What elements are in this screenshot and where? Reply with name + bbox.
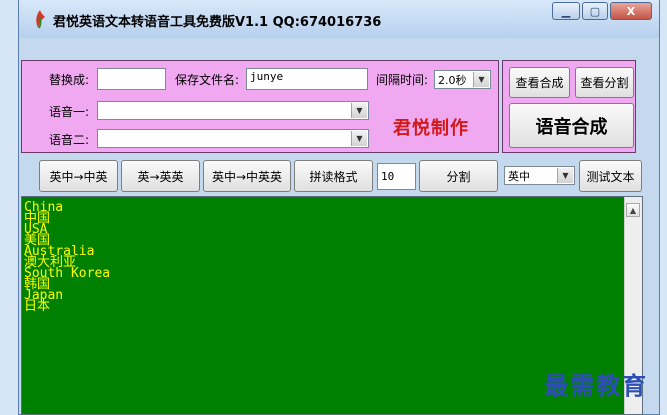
chevron-down-icon[interactable]: ▼ [557, 168, 573, 183]
voice1-label: 语音一: [49, 105, 90, 119]
interval-label: 间隔时间: [376, 73, 429, 87]
convert-cn-en-en-button[interactable]: 英中→中英英 [203, 160, 291, 192]
close-icon: X [626, 4, 636, 18]
title-bar[interactable]: 君悦英语文本转语音工具免费版V1.1 QQ:674016736 ▁ ▢ X [19, 0, 659, 38]
chevron-down-icon[interactable]: ▼ [351, 103, 367, 118]
language-value: 英中 [508, 170, 530, 183]
chevron-down-icon[interactable]: ▼ [473, 72, 489, 87]
watermark-logo: 最需教育 [544, 371, 648, 400]
voice1-select[interactable]: ▼ [97, 101, 369, 120]
scroll-up-icon[interactable]: ▲ [626, 203, 640, 217]
language-select[interactable]: 英中 ▼ [504, 166, 575, 185]
app-logo-icon [36, 10, 45, 29]
close-button[interactable]: X [610, 2, 652, 20]
convert-cn-en-button[interactable]: 英中→中英 [39, 160, 118, 192]
minimize-icon: ▁ [561, 4, 571, 18]
text-lines: China 中国 USA 美国 Australia 澳大利亚 South Kor… [24, 201, 110, 314]
brand-label: 君悦制作 [393, 118, 469, 139]
view-split-button[interactable]: 查看分割 [575, 67, 634, 98]
maximize-button[interactable]: ▢ [582, 2, 608, 20]
maximize-icon: ▢ [589, 4, 601, 18]
interval-select[interactable]: 2.0秒 ▼ [434, 70, 491, 89]
voice2-label: 语音二: [49, 133, 90, 147]
minimize-button[interactable]: ▁ [552, 2, 580, 20]
split-button[interactable]: 分割 [419, 160, 498, 192]
replace-label: 替换成: [49, 73, 90, 87]
convert-en-en-button[interactable]: 英→英英 [121, 160, 200, 192]
test-text-button[interactable]: 测试文本 [579, 160, 642, 192]
save-filename-label: 保存文件名: [175, 73, 240, 87]
view-synth-button[interactable]: 查看合成 [509, 67, 570, 98]
window-title: 君悦英语文本转语音工具免费版V1.1 QQ:674016736 [53, 15, 382, 30]
save-filename-input[interactable]: junye [246, 68, 368, 90]
interval-value: 2.0秒 [438, 74, 467, 87]
text-line: 日本 [24, 299, 51, 314]
spelling-format-button[interactable]: 拼读格式 [294, 160, 373, 192]
chevron-down-icon[interactable]: ▼ [351, 131, 367, 146]
voice2-select[interactable]: ▼ [97, 129, 369, 148]
replace-input[interactable] [97, 68, 166, 90]
count-input[interactable]: 10 [377, 163, 416, 190]
synthesize-button[interactable]: 语音合成 [509, 103, 634, 148]
